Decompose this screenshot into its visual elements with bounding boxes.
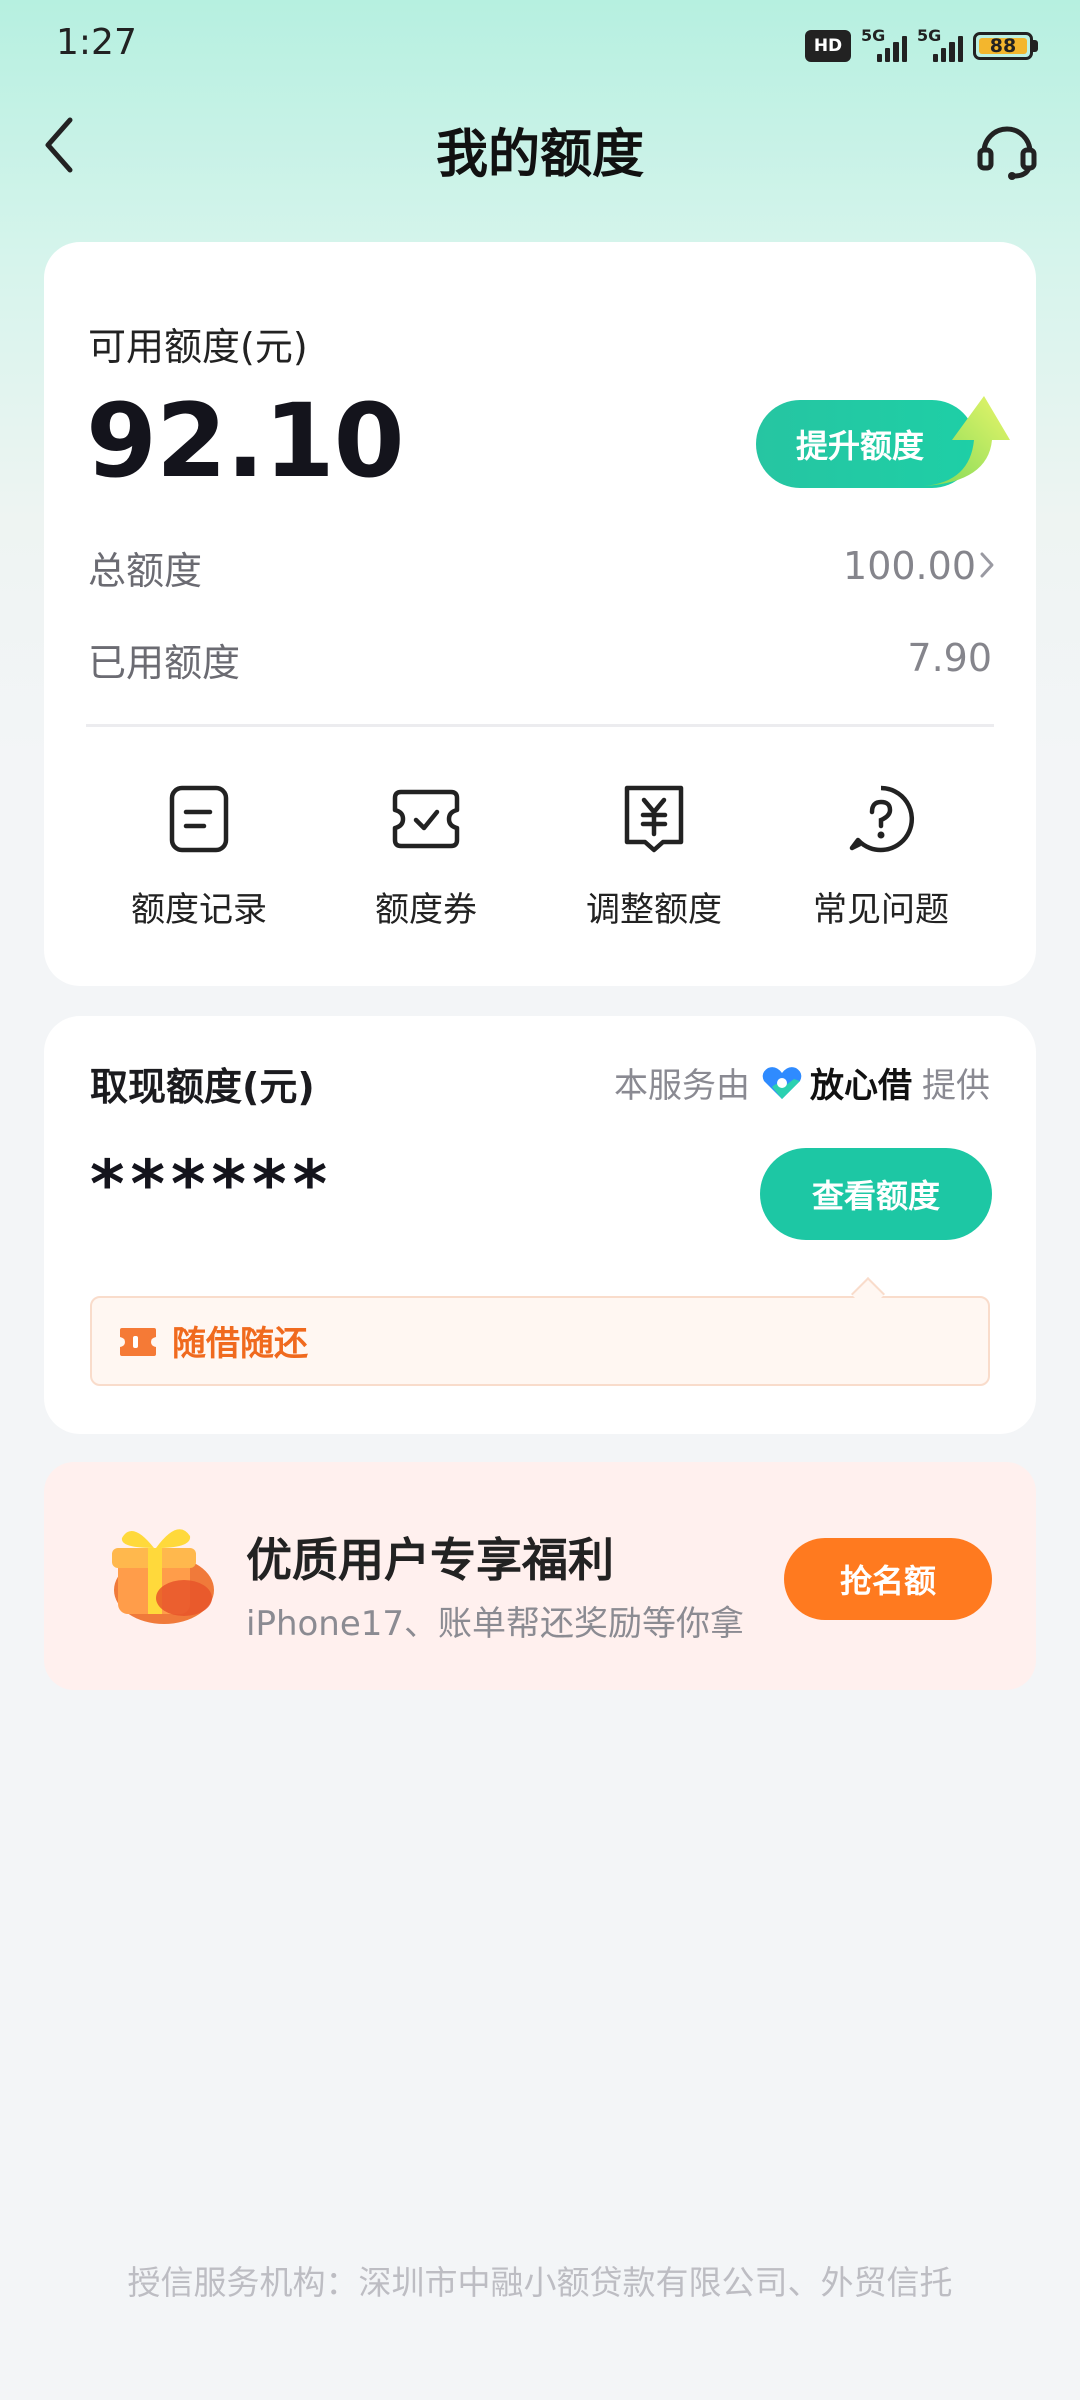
- cash-credit-title: 取现额度(元): [90, 1065, 315, 1109]
- divider: [86, 724, 994, 727]
- grab-slot-label: 抢名额: [839, 1562, 936, 1600]
- view-credit-button[interactable]: 查看额度: [760, 1148, 992, 1240]
- quick-action-label: 额度记录: [131, 890, 267, 930]
- available-credit-label: 可用额度(元): [88, 325, 308, 369]
- cash-credit-card: 取现额度(元) 本服务由 放心借 提供 ****** 查看额度 随借随还: [44, 1016, 1036, 1434]
- provided-suffix: 提供: [922, 1066, 990, 1106]
- provided-prefix: 本服务由: [614, 1066, 750, 1106]
- ticket-icon: [120, 1328, 156, 1356]
- chevron-right-icon[interactable]: [976, 548, 998, 582]
- page-title: 我的额度: [435, 125, 644, 185]
- used-credit-value: 7.90: [907, 636, 992, 680]
- total-credit-label: 总额度: [88, 549, 203, 593]
- arrow-up-icon: [924, 396, 1010, 486]
- yuan-adjust-icon: [624, 785, 684, 853]
- signal-icon: 5G: [861, 26, 908, 62]
- repayment-tip-text: 随借随还: [172, 1324, 308, 1364]
- signal-icon: 5G: [917, 26, 964, 62]
- promo-banner[interactable]: 优质用户专享福利 iPhone17、账单帮还奖励等你拿 抢名额: [44, 1462, 1036, 1690]
- credit-card: 可用额度(元) 92.10 提升额度 总额度 100.00 已用额度 7.90 …: [44, 242, 1036, 986]
- battery-icon: 88: [973, 32, 1038, 60]
- grab-slot-button[interactable]: 抢名额: [784, 1538, 992, 1620]
- provider-name: 放心借: [810, 1066, 912, 1106]
- status-time: 1:27: [56, 22, 137, 63]
- provider-logo: 放心借: [760, 1058, 912, 1107]
- promo-title: 优质用户专享福利: [246, 1533, 614, 1587]
- total-credit-value[interactable]: 100.00: [843, 544, 976, 588]
- promo-subtitle: iPhone17、账单帮还奖励等你拿: [246, 1604, 745, 1644]
- upgrade-credit-label: 提升额度: [796, 427, 925, 465]
- service-provider: 本服务由 放心借 提供: [614, 1058, 990, 1107]
- status-icons: HD 5G 5G 88: [805, 24, 1038, 68]
- used-credit-label: 已用额度: [88, 641, 241, 685]
- footer-disclaimer: 授信服务机构：深圳市中融小额贷款有限公司、外贸信托: [127, 2263, 953, 2302]
- credit-record-button[interactable]: 额度记录: [99, 784, 299, 931]
- available-credit-value: 92.10: [86, 382, 405, 501]
- adjust-credit-button[interactable]: 调整额度: [554, 784, 754, 931]
- heart-logo-icon: [762, 1066, 802, 1099]
- coupon-icon: [392, 789, 460, 849]
- gift-box-icon: [112, 1529, 214, 1624]
- faq-button[interactable]: 常见问题: [781, 784, 981, 931]
- customer-service-button[interactable]: [974, 116, 1040, 182]
- view-credit-label: 查看额度: [811, 1177, 940, 1215]
- record-icon: [169, 785, 229, 853]
- quick-action-label: 调整额度: [586, 890, 722, 930]
- headset-icon: [977, 126, 1037, 180]
- credit-coupon-button[interactable]: 额度券: [326, 784, 526, 931]
- question-icon: [849, 785, 915, 853]
- hd-icon: HD: [805, 30, 851, 62]
- quick-action-label: 额度券: [375, 890, 477, 930]
- masked-cash-credit: ******: [90, 1146, 334, 1223]
- quick-action-label: 常见问题: [813, 890, 949, 930]
